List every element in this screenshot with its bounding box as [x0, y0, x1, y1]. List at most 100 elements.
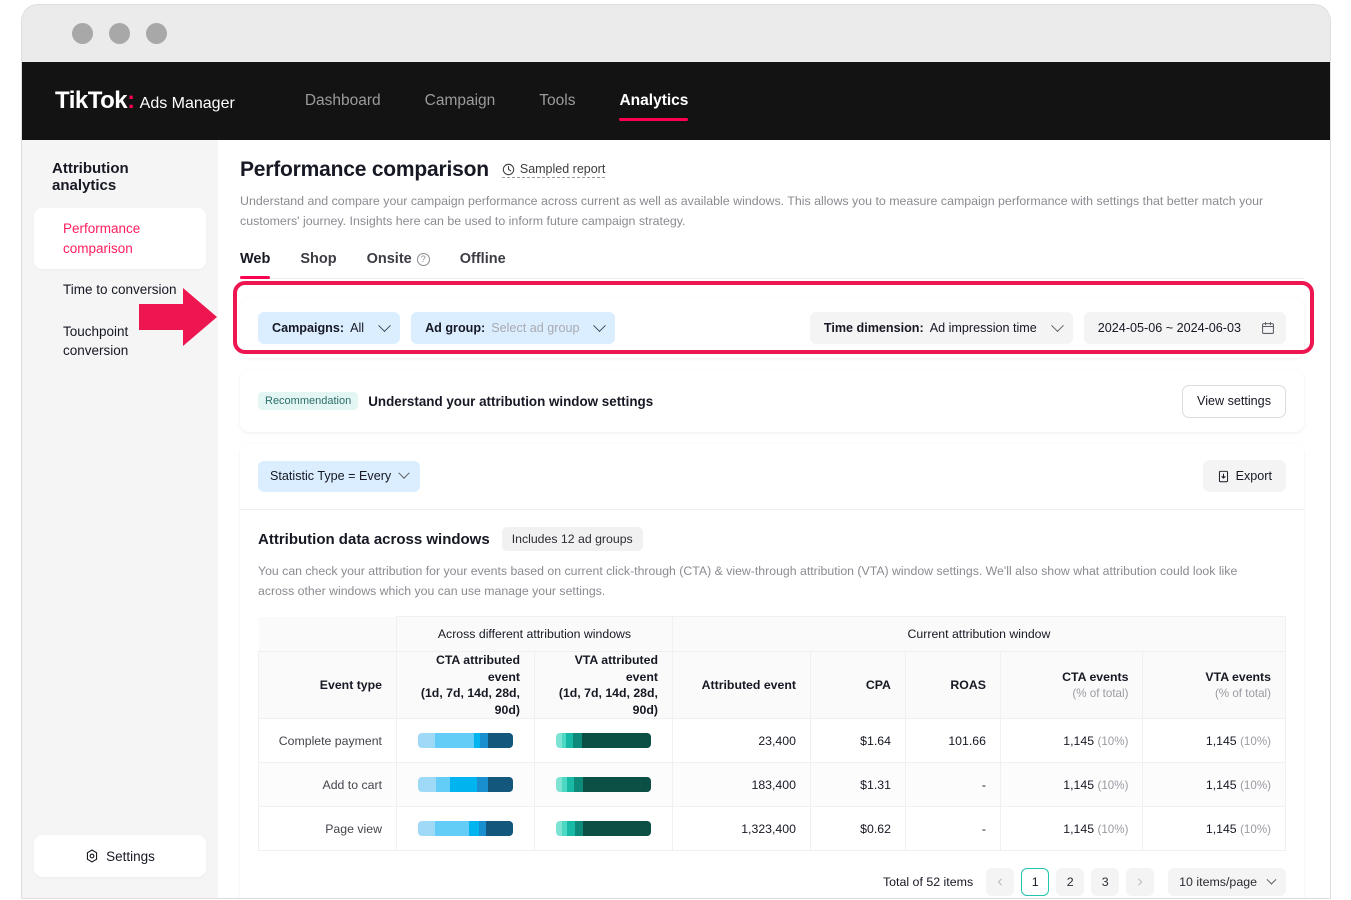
- tab-onsite-label: Onsite: [366, 251, 412, 268]
- cta-events-value: 1,145: [1063, 777, 1095, 792]
- cell-attributed-event: 23,400: [671, 718, 811, 764]
- cell-vta-bar: [533, 806, 673, 852]
- help-icon[interactable]: ?: [416, 252, 430, 266]
- col-vta-attributed-event: VTA attributed event (1d, 7d, 14d, 28d, 9…: [533, 650, 673, 720]
- ad-groups-chip: Includes 12 ad groups: [501, 527, 643, 552]
- cell-vta-events: 1,145 (10%): [1142, 762, 1286, 808]
- pagination-next-button[interactable]: [1126, 868, 1155, 897]
- page-title: Performance comparison: [240, 158, 489, 181]
- stacked-bar: [555, 821, 651, 837]
- cell-roas: -: [904, 762, 1001, 808]
- ad-group-dropdown[interactable]: Ad group: Select ad group: [411, 312, 616, 345]
- vta-events-value: 1,145: [1205, 777, 1237, 792]
- statistic-type-filter[interactable]: Statistic Type = Every: [258, 460, 421, 492]
- time-dimension-dropdown[interactable]: Time dimension: Ad impression time: [809, 312, 1073, 345]
- pagination-page-2[interactable]: 2: [1056, 868, 1085, 897]
- tab-web-label: Web: [240, 251, 271, 268]
- nav-link-campaign[interactable]: Campaign: [403, 62, 518, 140]
- attribution-table: Across different attribution windows Cur…: [258, 616, 1287, 852]
- chevron-down-icon: [378, 318, 391, 332]
- time-dimension-label: Time dimension:: [823, 321, 924, 336]
- nav-link-analytics[interactable]: Analytics: [597, 62, 710, 140]
- page-header: Performance comparison Sampled report: [240, 158, 1304, 182]
- table-row: Add to cart 183,400 $1.31-1,145 (10%) 1,145…: [258, 762, 1286, 808]
- sidebar-item-touchpoint-conversion[interactable]: Touchpoint conversion: [34, 311, 206, 372]
- cell-vta-bar: [533, 718, 673, 764]
- group-header-blank: [258, 616, 397, 652]
- brand-subtitle: Ads Manager: [139, 95, 235, 112]
- cta-events-percent: (10%): [1097, 822, 1129, 836]
- group-header-current-window: Current attribution window: [671, 616, 1287, 652]
- pagination-prev-button[interactable]: [986, 868, 1015, 897]
- chevron-down-icon: [398, 467, 410, 480]
- bar-segment: [583, 821, 651, 837]
- tab-onsite[interactable]: Onsite ?: [367, 251, 430, 278]
- col-cta-attributed-event: CTA attributed event (1d, 7d, 14d, 28d, 9…: [395, 650, 535, 720]
- cell-vta-bar: [533, 762, 673, 808]
- bar-segment: [574, 821, 584, 837]
- ad-group-value: Select ad group: [491, 321, 580, 336]
- pagination-page-1[interactable]: 1: [1021, 868, 1050, 897]
- sidebar: Attribution analytics Performance compar…: [22, 140, 218, 898]
- time-dimension-value: Ad impression time: [929, 321, 1037, 336]
- top-navigation-bar: TikTok: Ads Manager Dashboard Campaign T…: [22, 62, 1330, 140]
- vta-events-value: 1,145: [1205, 821, 1237, 836]
- main-content: Performance comparison Sampled report Un…: [218, 140, 1330, 898]
- pagination: Total of 52 items 1 2 3 10 items/page: [258, 868, 1286, 897]
- window-maximize-button[interactable]: [146, 23, 167, 44]
- recommendation-badge: Recommendation: [258, 392, 359, 411]
- sidebar-item-time-to-conversion[interactable]: Time to conversion: [34, 269, 206, 311]
- nav-link-dashboard[interactable]: Dashboard: [283, 62, 403, 140]
- pagination-page-3[interactable]: 3: [1091, 868, 1120, 897]
- stacked-bar: [555, 733, 651, 749]
- view-settings-button[interactable]: View settings: [1182, 384, 1286, 418]
- content-tabs: Web Shop Onsite ? Offline: [240, 251, 1304, 280]
- tab-shop[interactable]: Shop: [300, 251, 336, 278]
- stacked-bar: [417, 821, 513, 837]
- recommendation-text: Understand your attribution window setti…: [368, 393, 654, 409]
- cell-cta-bar: [395, 718, 535, 764]
- stacked-bar: [555, 777, 651, 793]
- cta-events-value: 1,145: [1063, 733, 1095, 748]
- tab-shop-label: Shop: [300, 251, 337, 268]
- cell-cpa: $0.62: [809, 806, 906, 852]
- col-roas: ROAS: [904, 650, 1001, 720]
- gear-icon: [86, 849, 98, 863]
- table-group-header-row: Across different attribution windows Cur…: [258, 616, 1287, 652]
- stacked-bar: [417, 733, 513, 749]
- table-row: Page view 1,323,400 $0.62-1,145 (10%) 1,145…: [258, 806, 1286, 852]
- tab-web[interactable]: Web: [240, 251, 271, 280]
- sidebar-title: Attribution analytics: [52, 160, 129, 194]
- sidebar-item-performance-comparison[interactable]: Performance comparison: [34, 208, 206, 270]
- export-button[interactable]: Export: [1202, 460, 1286, 493]
- cell-cta-events: 1,145 (10%): [999, 806, 1144, 852]
- campaigns-label: Campaigns:: [272, 321, 345, 336]
- cell-cta-bar: [395, 806, 535, 852]
- window-minimize-button[interactable]: [109, 23, 130, 44]
- date-range-picker[interactable]: 2024-05-06 ~ 2024-06-03: [1083, 312, 1286, 345]
- cell-vta-events: 1,145 (10%): [1142, 806, 1286, 852]
- table-row: Complete payment 23,400 $1.64 101.66 1,145 (…: [258, 718, 1286, 764]
- col-cta-events: CTA events (% of total): [999, 650, 1144, 720]
- bar-segment: [573, 777, 584, 793]
- sampled-report-link[interactable]: Sampled report: [501, 162, 606, 178]
- statistic-type-label: Statistic Type = Every: [270, 469, 392, 484]
- export-icon: [1218, 470, 1228, 482]
- section-header: Attribution data across windows Includes…: [258, 527, 1286, 552]
- per-page-selector[interactable]: 10 items/page: [1168, 868, 1286, 897]
- bar-segment: [478, 821, 487, 837]
- settings-button[interactable]: Settings: [34, 835, 206, 877]
- calendar-icon: [1262, 322, 1274, 335]
- cell-cta-events: 1,145 (10%): [999, 762, 1144, 808]
- chevron-down-icon: [1050, 318, 1064, 332]
- campaigns-dropdown[interactable]: Campaigns: All: [258, 312, 401, 345]
- cell-attributed-event: 1,323,400: [671, 806, 811, 852]
- brand-logo[interactable]: TikTok: Ads Manager: [55, 87, 235, 115]
- divider: [240, 509, 1304, 511]
- window-close-button[interactable]: [72, 23, 93, 44]
- tab-offline[interactable]: Offline: [460, 251, 506, 278]
- stacked-bar: [417, 777, 513, 793]
- col-cpa: CPA: [809, 650, 906, 720]
- settings-label: Settings: [106, 848, 155, 864]
- nav-link-tools[interactable]: Tools: [517, 62, 597, 140]
